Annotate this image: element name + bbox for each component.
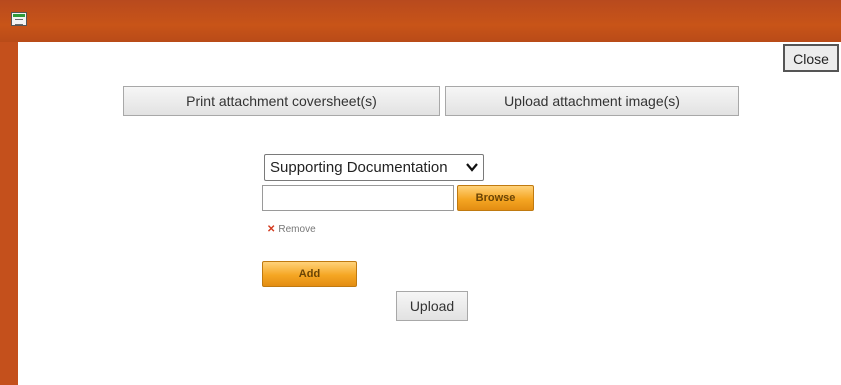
dialog-window: Close Print attachment coversheet(s) Upl… [0,0,841,385]
upload-button[interactable]: Upload [396,291,468,321]
remove-link[interactable]: ✕ Remove [267,224,316,235]
add-button[interactable]: Add [262,261,357,287]
document-type-select[interactable]: Supporting Documentation [264,154,484,181]
file-path-input[interactable] [262,185,454,211]
upload-attachment-image-button[interactable]: Upload attachment image(s) [445,86,739,116]
dialog-content: Close Print attachment coversheet(s) Upl… [18,42,841,385]
title-bar [0,0,841,42]
remove-label: Remove [278,224,316,235]
chevron-down-icon [465,156,479,186]
print-coversheet-button[interactable]: Print attachment coversheet(s) [123,86,440,116]
remove-x-icon: ✕ [267,224,276,235]
browse-button[interactable]: Browse [457,185,534,211]
form-window-icon [11,12,27,26]
close-button[interactable]: Close [783,44,839,72]
document-type-selected-value: Supporting Documentation [270,159,448,176]
